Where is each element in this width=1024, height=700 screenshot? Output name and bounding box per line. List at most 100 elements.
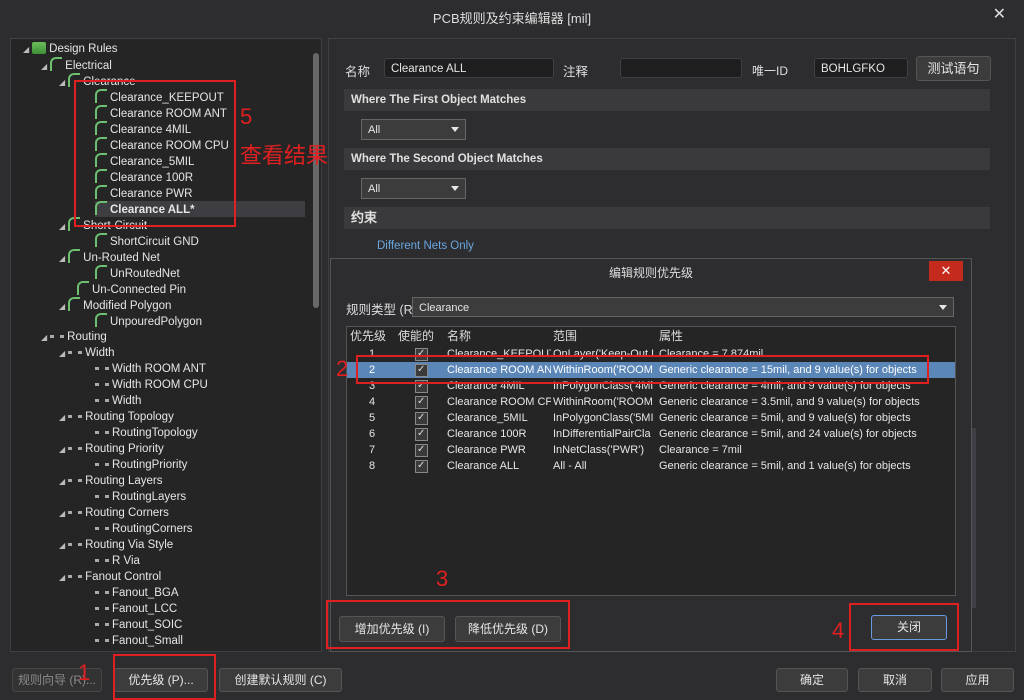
route-icon bbox=[95, 623, 109, 626]
col-header-attributes[interactable]: 属性 bbox=[659, 327, 683, 345]
enabled-checkbox[interactable] bbox=[415, 380, 428, 393]
enabled-checkbox[interactable] bbox=[415, 364, 428, 377]
tree-item[interactable]: RoutingTopology bbox=[95, 425, 198, 441]
col-header-priority[interactable]: 优先级 bbox=[350, 327, 386, 345]
route-icon bbox=[68, 575, 83, 578]
tree-item[interactable]: RoutingPriority bbox=[95, 457, 187, 473]
rule-icon bbox=[95, 105, 107, 119]
tree-item[interactable]: ShortCircuit GND bbox=[95, 233, 199, 249]
first-match-select[interactable]: All bbox=[361, 119, 466, 140]
different-nets-option[interactable]: Different Nets Only bbox=[377, 240, 474, 252]
comment-field[interactable] bbox=[620, 58, 742, 78]
tree-item[interactable]: Width ROOM CPU bbox=[95, 377, 208, 393]
tree-item[interactable]: Width bbox=[95, 393, 141, 409]
tree-item[interactable]: Fanout_BGA bbox=[95, 585, 178, 601]
tree-node-routing-topology[interactable]: ◢ Routing Topology bbox=[59, 409, 174, 425]
rule-icon bbox=[68, 217, 81, 231]
table-row[interactable]: 7Clearance PWRInNetClass('PWR')Clearance… bbox=[347, 442, 955, 458]
table-row[interactable]: 3Clearance 4MILInPolygonClass('4MiGeneri… bbox=[347, 378, 955, 394]
tree-item-clearance[interactable]: Clearance PWR bbox=[95, 185, 192, 201]
route-icon bbox=[68, 543, 83, 546]
first-match-header: Where The First Object Matches bbox=[344, 89, 990, 111]
tree-node-unconnected[interactable]: Un-Connected Pin bbox=[77, 281, 186, 297]
tree-node-clearance[interactable]: ◢ Clearance bbox=[59, 73, 136, 89]
decrease-priority-button[interactable]: 降低优先级 (D) bbox=[455, 616, 561, 642]
tree-item-clearance[interactable]: Clearance 4MIL bbox=[95, 121, 191, 137]
rule-icon bbox=[95, 137, 107, 151]
tree-item[interactable]: UnRoutedNet bbox=[95, 265, 180, 281]
tree-node-routing-corners[interactable]: ◢ Routing Corners bbox=[59, 505, 169, 521]
route-icon bbox=[95, 431, 109, 434]
tree-node-short-circuit[interactable]: ◢ Short-Circuit bbox=[59, 217, 147, 233]
rule-icon bbox=[95, 201, 107, 215]
tree-item-clearance[interactable]: Clearance 100R bbox=[95, 169, 193, 185]
rule-name-field[interactable]: Clearance ALL bbox=[384, 58, 554, 78]
tree-node-electrical[interactable]: ◢ Electrical bbox=[41, 57, 112, 73]
tree-node-unrouted[interactable]: ◢ Un-Routed Net bbox=[59, 249, 160, 265]
ok-button[interactable]: 确定 bbox=[776, 668, 848, 692]
tree-item[interactable]: UnpouredPolygon bbox=[95, 313, 202, 329]
tree-item-clearance-selected[interactable]: Clearance ALL* bbox=[95, 201, 305, 217]
enabled-checkbox[interactable] bbox=[415, 412, 428, 425]
close-window-icon[interactable]: ✕ bbox=[993, 4, 1006, 24]
tree-item[interactable]: RoutingCorners bbox=[95, 521, 193, 537]
uid-field[interactable]: BOHLGFKO bbox=[814, 58, 908, 78]
tree-scrollbar[interactable] bbox=[313, 53, 319, 308]
table-row[interactable]: 4Clearance ROOM CPUWithinRoom('ROOMGener… bbox=[347, 394, 955, 410]
chevron-down-icon bbox=[451, 186, 459, 191]
tree-item-clearance[interactable]: Clearance_KEEPOUT bbox=[95, 89, 224, 105]
tree-item[interactable]: Fanout_Small bbox=[95, 633, 183, 649]
col-header-enabled[interactable]: 使能的 bbox=[398, 327, 434, 345]
rule-icon bbox=[50, 57, 63, 71]
tree-node-routing-priority[interactable]: ◢ Routing Priority bbox=[59, 441, 164, 457]
enabled-checkbox[interactable] bbox=[415, 348, 428, 361]
tree-node-routing[interactable]: ◢ Routing bbox=[41, 329, 107, 345]
tree-item-clearance[interactable]: Clearance ROOM CPU bbox=[95, 137, 229, 153]
route-icon bbox=[95, 367, 109, 370]
enabled-checkbox[interactable] bbox=[415, 396, 428, 409]
enabled-checkbox[interactable] bbox=[415, 428, 428, 441]
table-row[interactable]: 5Clearance_5MILInPolygonClass('5MIGeneri… bbox=[347, 410, 955, 426]
annotation-number-3: 3 bbox=[436, 566, 449, 591]
rule-type-select[interactable]: Clearance bbox=[412, 297, 954, 317]
rule-icon bbox=[68, 249, 81, 263]
tree-item-clearance[interactable]: Clearance ROOM ANT bbox=[95, 105, 227, 121]
table-row[interactable]: 1Clearance_KEEPOUTOnLayer('Keep-Out LCle… bbox=[347, 346, 955, 362]
route-icon bbox=[95, 559, 109, 562]
tree-node-design-rules[interactable]: ◢ Design Rules bbox=[23, 41, 118, 57]
second-match-select[interactable]: All bbox=[361, 178, 466, 199]
tree-item[interactable]: R Via bbox=[95, 553, 140, 569]
cancel-button[interactable]: 取消 bbox=[858, 668, 932, 692]
dialog-close-icon[interactable]: ✕ bbox=[929, 261, 963, 281]
route-icon bbox=[95, 399, 109, 402]
tree-item[interactable]: Fanout_LCC bbox=[95, 601, 177, 617]
table-row[interactable]: 8Clearance ALLAll - AllGeneric clearance… bbox=[347, 458, 955, 474]
test-query-button[interactable]: 测试语句 bbox=[916, 56, 991, 81]
tree-item[interactable]: RoutingLayers bbox=[95, 489, 186, 505]
tree-node-modified-polygon[interactable]: ◢ Modified Polygon bbox=[59, 297, 171, 313]
tree-item[interactable]: Width ROOM ANT bbox=[95, 361, 206, 377]
dialog-close-button[interactable]: 关闭 bbox=[871, 615, 947, 640]
chevron-down-icon bbox=[939, 305, 947, 310]
route-icon bbox=[95, 527, 109, 530]
col-header-name[interactable]: 名称 bbox=[447, 327, 471, 345]
apply-button[interactable]: 应用 bbox=[941, 668, 1014, 692]
enabled-checkbox[interactable] bbox=[415, 444, 428, 457]
tree-node-routing-layers[interactable]: ◢ Routing Layers bbox=[59, 473, 163, 489]
route-icon bbox=[95, 463, 109, 466]
tree-item-clearance[interactable]: Clearance_5MIL bbox=[95, 153, 194, 169]
col-header-scope[interactable]: 范围 bbox=[553, 327, 577, 345]
enabled-checkbox[interactable] bbox=[415, 460, 428, 473]
increase-priority-button[interactable]: 增加优先级 (I) bbox=[339, 616, 445, 642]
route-icon bbox=[95, 607, 109, 610]
tree-item[interactable]: Fanout_SOIC bbox=[95, 617, 182, 633]
tree-node-fanout-control[interactable]: ◢ Fanout Control bbox=[59, 569, 161, 585]
priority-button[interactable]: 优先级 (P)... bbox=[114, 668, 208, 692]
table-row-selected[interactable]: 2Clearance ROOM ANTWithinRoom('ROOMGener… bbox=[347, 362, 955, 378]
tree-node-width[interactable]: ◢ Width bbox=[59, 345, 115, 361]
tree-node-routing-via-style[interactable]: ◢ Routing Via Style bbox=[59, 537, 173, 553]
route-icon bbox=[50, 335, 65, 338]
rule-icon bbox=[95, 265, 107, 279]
create-default-rules-button[interactable]: 创建默认规则 (C) bbox=[219, 668, 342, 692]
table-row[interactable]: 6Clearance 100RInDifferentialPairClaGene… bbox=[347, 426, 955, 442]
